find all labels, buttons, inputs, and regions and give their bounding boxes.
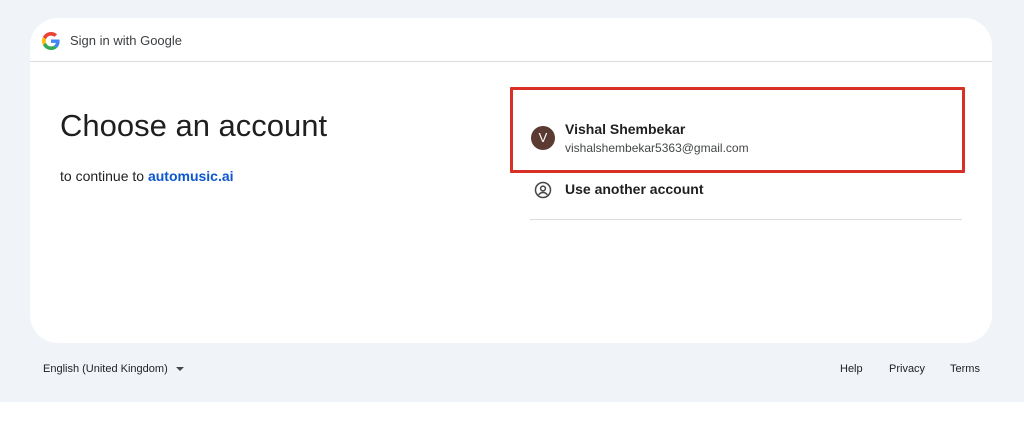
terms-link[interactable]: Terms bbox=[950, 363, 980, 375]
privacy-link[interactable]: Privacy bbox=[889, 363, 925, 375]
account-name: Vishal Shembekar bbox=[565, 121, 686, 137]
account-email: vishalshembekar5363@gmail.com bbox=[565, 141, 749, 155]
use-another-account-label: Use another account bbox=[565, 181, 704, 197]
signin-card: Sign in with Google Choose an account to… bbox=[30, 18, 992, 343]
google-g-icon bbox=[42, 32, 60, 50]
caret-down-icon[interactable] bbox=[176, 367, 184, 371]
person-circle-icon bbox=[534, 181, 552, 199]
avatar: V bbox=[531, 126, 555, 150]
footer: English (United Kingdom) Help Privacy Te… bbox=[0, 358, 1024, 380]
account-item[interactable]: V Vishal Shembekar vishalshembekar5363@g… bbox=[530, 113, 962, 169]
use-another-account-button[interactable]: Use another account bbox=[530, 169, 962, 220]
card-header: Sign in with Google bbox=[30, 18, 992, 62]
subtitle-prefix: to continue to bbox=[60, 168, 145, 184]
help-link[interactable]: Help bbox=[840, 363, 863, 375]
account-list: V Vishal Shembekar vishalshembekar5363@g… bbox=[530, 113, 962, 220]
subtitle: to continue to automusic.ai bbox=[60, 168, 234, 184]
app-name-link[interactable]: automusic.ai bbox=[148, 168, 234, 184]
language-select[interactable]: English (United Kingdom) bbox=[43, 363, 168, 375]
page-title: Choose an account bbox=[60, 108, 328, 143]
header-title: Sign in with Google bbox=[70, 33, 183, 48]
